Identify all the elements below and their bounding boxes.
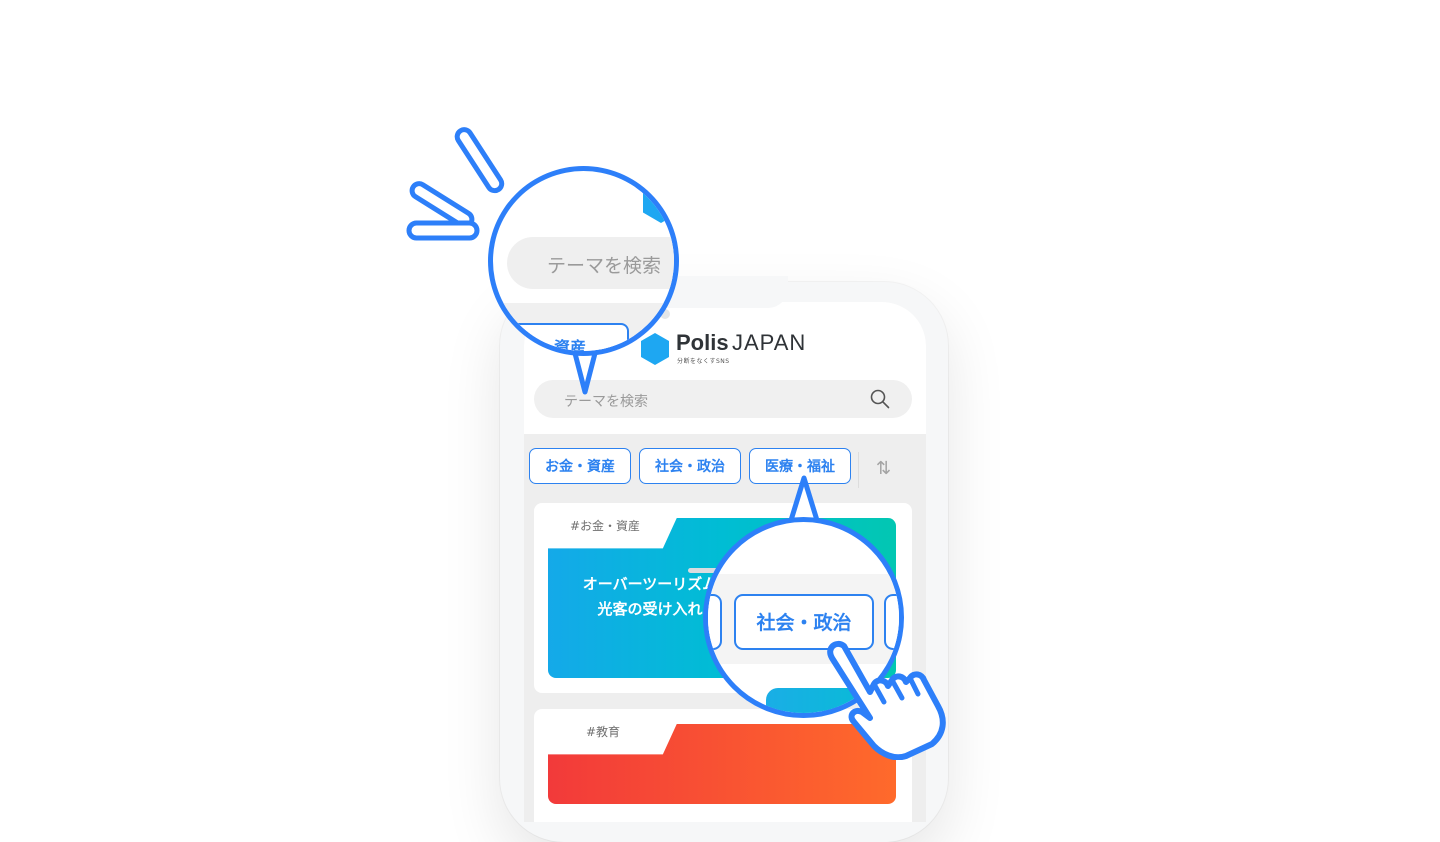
- zoom-search-input: テーマを検索: [507, 237, 674, 289]
- card-tag: #お金・資産: [570, 519, 641, 533]
- logo-brand-light: JAPAN: [732, 330, 807, 355]
- card-tag: #教育: [586, 725, 621, 739]
- zoom-chip-partial: [708, 594, 722, 650]
- zoom-search-placeholder: テーマを検索: [547, 255, 662, 277]
- zoom-search-callout: テーマを検索 資産: [488, 166, 679, 356]
- pointing-hand-icon: [827, 640, 946, 760]
- search-icon[interactable]: [870, 389, 890, 409]
- chips-divider: [858, 452, 859, 488]
- category-chip-society[interactable]: 社会・政治: [639, 448, 741, 484]
- logo-tagline: 分断をなくすSNS: [677, 358, 730, 365]
- logo-hex-icon: [643, 181, 674, 223]
- sort-icon[interactable]: ⇅: [876, 458, 891, 479]
- category-chip-money[interactable]: お金・資産: [529, 448, 631, 484]
- logo-brand-bold: Polis: [676, 330, 729, 355]
